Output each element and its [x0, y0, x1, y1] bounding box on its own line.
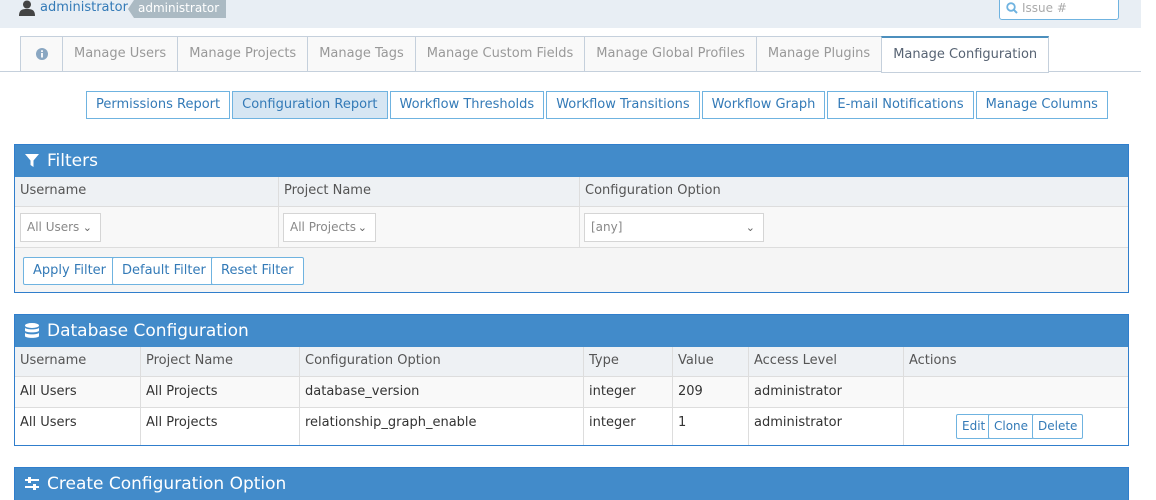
- filters-column-headers: Username Project Name Configuration Opti…: [15, 177, 1128, 207]
- cell-type: integer: [584, 408, 673, 445]
- cell-type: integer: [584, 377, 673, 407]
- col-username: Username: [15, 347, 141, 376]
- manage-tabs: Manage Users Manage Projects Manage Tags…: [20, 36, 1050, 73]
- cell-project: All Projects: [141, 377, 300, 407]
- role-badge: administrator: [128, 0, 227, 18]
- filter-col-option: Configuration Option: [585, 183, 721, 198]
- tab-manage-configuration[interactable]: Manage Configuration: [881, 36, 1050, 73]
- user-icon: [19, 0, 35, 16]
- cell-username: All Users: [15, 408, 141, 445]
- cell-value: 1: [673, 408, 749, 445]
- filters-panel: Filters Username Project Name Configurat…: [14, 144, 1129, 293]
- issue-search-box[interactable]: [999, 0, 1119, 20]
- table-row: All Users All Projects relationship_grap…: [15, 408, 1128, 445]
- cell-option: relationship_graph_enable: [300, 408, 584, 445]
- col-actions: Actions: [909, 353, 957, 368]
- create-config-title: Create Configuration Option: [47, 474, 287, 494]
- configuration-report-button[interactable]: Configuration Report: [232, 91, 388, 119]
- username-select-value: All Users: [27, 220, 80, 234]
- top-navbar: administrator administrator: [0, 0, 1141, 28]
- project-select-value: All Projects: [290, 220, 356, 234]
- database-config-header: Database Configuration: [15, 315, 1128, 347]
- cell-actions: Edit Clone Delete: [904, 408, 1128, 445]
- create-config-header: Create Configuration Option: [15, 468, 1128, 500]
- info-icon: [35, 47, 48, 60]
- chevron-down-icon: ⌄: [357, 221, 367, 234]
- cell-actions: [904, 377, 1128, 407]
- col-type: Type: [584, 347, 673, 376]
- cell-option: database_version: [300, 377, 584, 407]
- filters-title: Filters: [47, 151, 98, 171]
- email-notifications-button[interactable]: E-mail Notifications: [827, 91, 974, 119]
- database-config-title: Database Configuration: [47, 321, 249, 341]
- option-select[interactable]: [any] ⌄: [584, 213, 764, 242]
- filters-inputs-row: All Users ⌄ All Projects ⌄ [any] ⌄: [15, 207, 1128, 248]
- filter-col-username: Username: [15, 177, 279, 206]
- edit-button[interactable]: Edit: [956, 414, 992, 439]
- tab-info[interactable]: [20, 36, 62, 72]
- apply-filter-button[interactable]: Apply Filter: [23, 257, 117, 285]
- tab-manage-global-profiles[interactable]: Manage Global Profiles: [584, 36, 756, 72]
- search-icon: [1006, 2, 1018, 14]
- database-icon: [25, 323, 39, 338]
- cell-access: administrator: [749, 377, 904, 407]
- sliders-icon: [25, 477, 39, 490]
- filter-actions: Apply Filter Default Filter Reset Filter: [15, 248, 1128, 292]
- tab-manage-custom-fields[interactable]: Manage Custom Fields: [414, 36, 585, 72]
- manage-columns-button[interactable]: Manage Columns: [975, 91, 1108, 119]
- filter-col-project: Project Name: [279, 177, 580, 206]
- cell-username: All Users: [15, 377, 141, 407]
- create-config-panel: Create Configuration Option: [14, 467, 1129, 500]
- workflow-thresholds-button[interactable]: Workflow Thresholds: [389, 91, 545, 119]
- config-table-headers: Username Project Name Configuration Opti…: [15, 347, 1128, 377]
- delete-button[interactable]: Delete: [1032, 414, 1084, 439]
- clone-button[interactable]: Clone: [988, 414, 1035, 439]
- filter-icon: [25, 154, 39, 167]
- option-filter-cell: [any] ⌄: [580, 207, 1128, 247]
- permissions-report-button[interactable]: Permissions Report: [86, 91, 231, 119]
- username-filter-cell: All Users ⌄: [15, 207, 279, 247]
- project-filter-cell: All Projects ⌄: [279, 207, 580, 247]
- col-access-level: Access Level: [749, 347, 904, 376]
- cell-value: 209: [673, 377, 749, 407]
- tab-manage-plugins[interactable]: Manage Plugins: [755, 36, 882, 72]
- tab-manage-tags[interactable]: Manage Tags: [307, 36, 415, 72]
- tab-manage-users[interactable]: Manage Users: [62, 36, 178, 72]
- col-project-name: Project Name: [141, 347, 300, 376]
- user-menu-link[interactable]: administrator: [40, 0, 128, 16]
- cell-project: All Projects: [141, 408, 300, 445]
- filters-header: Filters: [15, 145, 1128, 177]
- col-value: Value: [673, 347, 749, 376]
- config-subnav: Permissions Report Configuration Report …: [86, 91, 1110, 119]
- issue-search-input[interactable]: [1022, 0, 1114, 17]
- project-select[interactable]: All Projects ⌄: [283, 213, 376, 242]
- default-filter-button[interactable]: Default Filter: [112, 257, 216, 285]
- chevron-down-icon: ⌄: [745, 221, 755, 234]
- workflow-transitions-button[interactable]: Workflow Transitions: [546, 91, 700, 119]
- col-config-option: Configuration Option: [300, 347, 584, 376]
- table-row: All Users All Projects database_version …: [15, 377, 1128, 408]
- tab-manage-projects[interactable]: Manage Projects: [177, 36, 308, 72]
- reset-filter-button[interactable]: Reset Filter: [211, 257, 304, 285]
- cell-access: administrator: [749, 408, 904, 445]
- username-select[interactable]: All Users ⌄: [20, 213, 101, 242]
- workflow-graph-button[interactable]: Workflow Graph: [701, 91, 826, 119]
- option-select-value: [any]: [591, 220, 623, 234]
- database-config-panel: Database Configuration Username Project …: [14, 314, 1129, 446]
- chevron-down-icon: ⌄: [82, 221, 92, 234]
